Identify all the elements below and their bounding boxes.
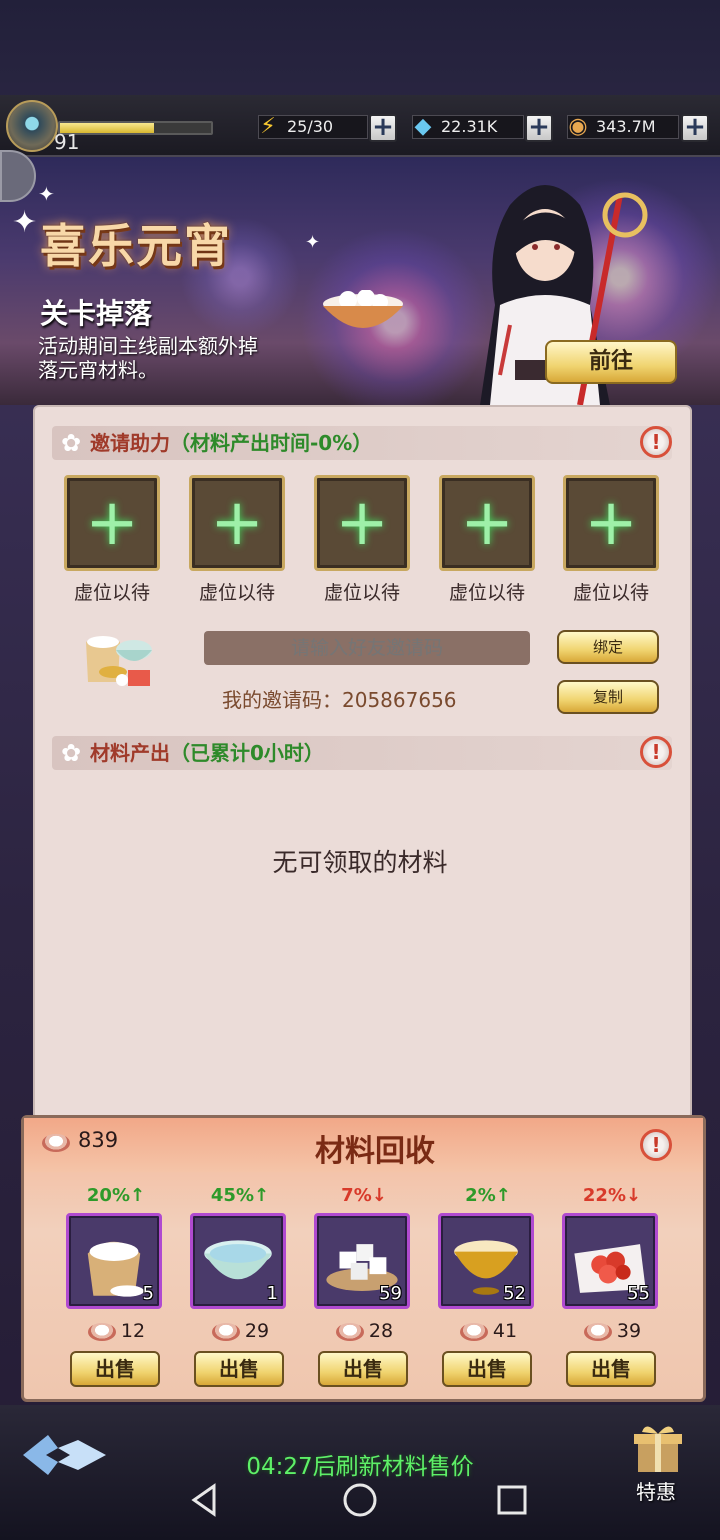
screen: { "player": { "level": "91", "xp_fractio… (0, 0, 720, 1540)
item-price: 12 (120, 1320, 146, 1342)
item-price: 29 (244, 1320, 270, 1342)
event-title: 喜乐元宵 (40, 219, 232, 273)
add-gems-button[interactable]: + (525, 114, 553, 142)
sell-button[interactable]: 出售 (442, 1351, 532, 1387)
lightning-icon: ⚡ (260, 114, 276, 139)
add-energy-button[interactable]: + (369, 114, 397, 142)
diamond-icon: ◆ (414, 114, 432, 139)
recycle-info-icon[interactable]: ! (640, 1129, 672, 1161)
material-subtitle: （已累计0小时） (170, 741, 324, 765)
invite-code-input[interactable] (204, 631, 530, 665)
slot-label: 虚位以待 (448, 582, 525, 604)
item-count: 5 (142, 1283, 154, 1304)
invite-slot[interactable]: + (64, 475, 160, 571)
gems-value: 22.31K (441, 117, 498, 136)
plus-icon: + (335, 486, 389, 560)
material-section-title: 材料产出（已累计0小时） (90, 736, 324, 770)
flower-icon: ✿ (60, 739, 82, 767)
price-change: 20%↑ (86, 1185, 146, 1206)
item-count: 59 (379, 1283, 402, 1304)
plus-icon: + (460, 486, 514, 560)
item-count: 52 (503, 1283, 526, 1304)
slot-label: 虚位以待 (323, 582, 400, 604)
sparkle-icon: ✦ (305, 232, 321, 253)
player-level: 91 (54, 130, 80, 154)
plus-icon: + (584, 486, 638, 560)
item-slot-golden-bowl[interactable]: 52 (438, 1213, 534, 1309)
invite-info-icon[interactable]: ! (640, 426, 672, 458)
sell-button[interactable]: 出售 (566, 1351, 656, 1387)
gift-icon[interactable] (628, 1420, 688, 1476)
invite-slot[interactable]: + (189, 475, 285, 571)
item-price: 41 (492, 1320, 518, 1342)
bind-button[interactable]: 绑定 (557, 630, 659, 664)
add-coins-button[interactable]: + (681, 114, 709, 142)
empty-materials-text: 无可领取的材料 (272, 848, 448, 877)
flower-icon: ✿ (60, 429, 82, 457)
nav-back-icon[interactable] (186, 1480, 226, 1520)
item-slot-red-fruit[interactable]: 55 (562, 1213, 658, 1309)
refresh-timer-text: 04:27后刷新材料售价 (246, 1454, 474, 1480)
item-count: 55 (627, 1283, 650, 1304)
plus-icon: + (210, 486, 264, 560)
slot-label: 虚位以待 (73, 582, 150, 604)
material-info-icon[interactable]: ! (640, 736, 672, 768)
slot-label: 虚位以待 (572, 582, 649, 604)
invite-title-text: 邀请助力 (90, 431, 170, 455)
goto-button[interactable]: 前往 (545, 340, 677, 384)
item-slot-flour[interactable]: 5 (66, 1213, 162, 1309)
coins-value: 343.7M (596, 117, 656, 136)
sell-button[interactable]: 出售 (70, 1351, 160, 1387)
slot-label: 虚位以待 (198, 582, 275, 604)
item-price: 28 (368, 1320, 394, 1342)
price-change: 2%↑ (465, 1185, 511, 1206)
nav-home-icon[interactable] (340, 1480, 380, 1520)
nav-recents-icon[interactable] (492, 1480, 532, 1520)
invite-subtitle: （材料产出时间-0%） (170, 431, 373, 455)
sparkle-icon: ✦ (38, 182, 55, 206)
sell-button[interactable]: 出售 (194, 1351, 284, 1387)
my-invite-code: 我的邀请码：205867656 (222, 688, 457, 712)
material-title-text: 材料产出 (90, 741, 170, 765)
item-count: 1 (266, 1283, 278, 1304)
price-change: 45%↑ (210, 1185, 270, 1206)
drop-title: 关卡掉落 (40, 297, 153, 330)
item-slot-sugar[interactable]: 59 (314, 1213, 410, 1309)
special-offer-label[interactable]: 特惠 (636, 1476, 676, 1505)
ingredients-icon (86, 636, 152, 686)
sparkle-icon: ✦ (12, 205, 38, 240)
energy-value: 25/30 (287, 117, 334, 136)
copy-button[interactable]: 复制 (557, 680, 659, 714)
recycle-title: 材料回收 (315, 1134, 435, 1169)
invite-slot[interactable]: + (439, 475, 535, 571)
yuanxiao-bowl-illustration (323, 290, 403, 328)
sell-button[interactable]: 出售 (318, 1351, 408, 1387)
invite-slot[interactable]: + (314, 475, 410, 571)
xp-bar (58, 121, 213, 135)
item-price: 39 (616, 1320, 642, 1342)
invite-slot[interactable]: + (563, 475, 659, 571)
player-level-badge-icon[interactable] (6, 100, 58, 152)
item-slot-water-bowl[interactable]: 1 (190, 1213, 286, 1309)
price-change: 22%↓ (582, 1185, 642, 1206)
plus-icon: + (85, 486, 139, 560)
coin-icon: ◉ (568, 114, 588, 139)
price-change: 7%↓ (341, 1185, 387, 1206)
invite-section-title: 邀请助力（材料产出时间-0%） (90, 426, 372, 460)
drop-description: 活动期间主线副本额外掉落元宵材料。 (38, 334, 258, 382)
